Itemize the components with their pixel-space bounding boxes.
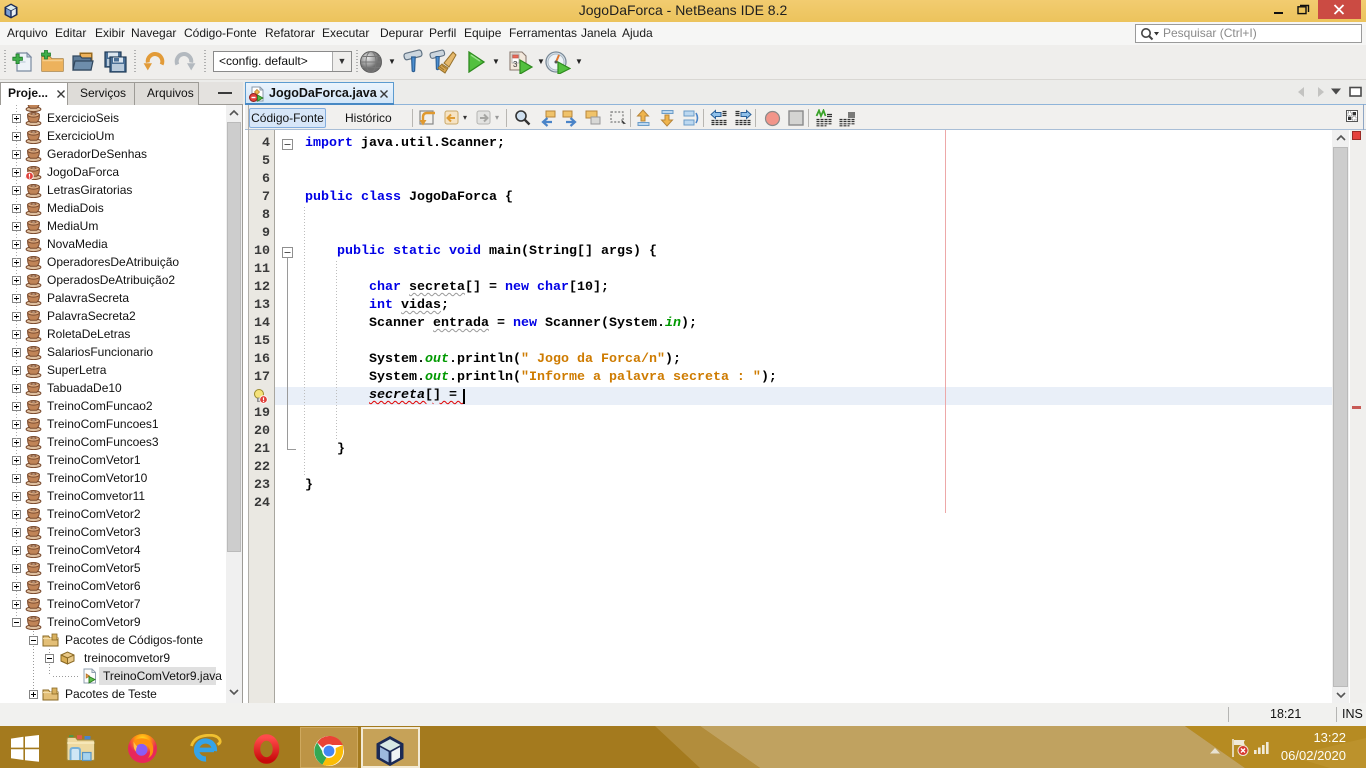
svg-text:3: 3 [513, 60, 518, 69]
